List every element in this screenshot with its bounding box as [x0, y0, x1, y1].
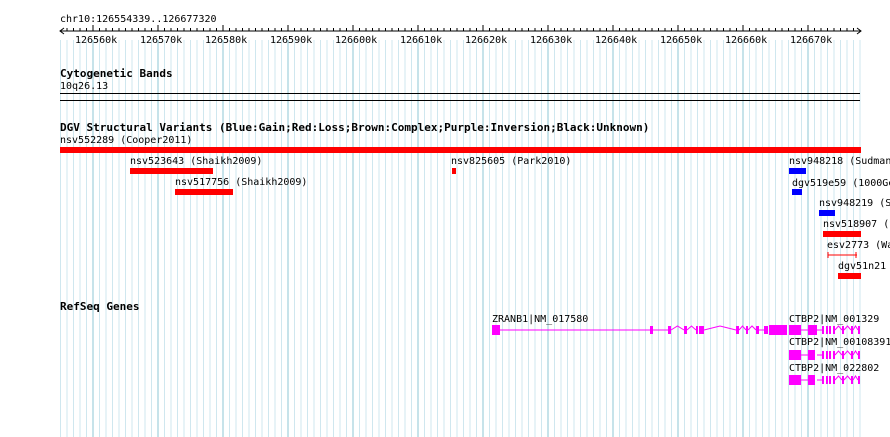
- gene-exon[interactable]: [808, 325, 817, 335]
- gene-intron-chevron: [843, 350, 852, 356]
- gene-intron-chevron: [747, 325, 757, 331]
- gene-utr[interactable]: [769, 325, 787, 335]
- gene-intron-chevron: [852, 350, 859, 356]
- gene-exon[interactable]: [822, 376, 824, 384]
- gene-exon[interactable]: [842, 351, 844, 359]
- gene-intron-chevron: [852, 325, 859, 331]
- gene-exon[interactable]: [826, 351, 828, 359]
- gene-exon[interactable]: [858, 326, 860, 334]
- gene-exon[interactable]: [851, 326, 853, 334]
- gene-exon[interactable]: [696, 326, 698, 334]
- gene-exon[interactable]: [851, 376, 853, 384]
- gene-intron-chevron: [670, 325, 685, 331]
- gene-exon[interactable]: [764, 326, 768, 334]
- gene-intron-chevron: [834, 325, 843, 331]
- gene-intron-chevron: [843, 375, 852, 381]
- gene-utr[interactable]: [789, 375, 801, 385]
- gene-exon[interactable]: [826, 376, 828, 384]
- gene-exon[interactable]: [833, 326, 835, 334]
- gene-utr[interactable]: [789, 325, 801, 335]
- gene-exon[interactable]: [822, 351, 824, 359]
- gene-exon[interactable]: [858, 376, 860, 384]
- gene-intron-chevron: [703, 325, 737, 331]
- gene-exon[interactable]: [851, 351, 853, 359]
- gene-exon[interactable]: [756, 326, 759, 334]
- gene-intron-chevron: [686, 325, 697, 331]
- gene-exon[interactable]: [842, 326, 844, 334]
- gene-intron-chevron: [834, 350, 843, 356]
- gene-exon[interactable]: [808, 375, 815, 385]
- gene-exon[interactable]: [842, 376, 844, 384]
- gene-exon[interactable]: [829, 326, 831, 334]
- gene-exon[interactable]: [822, 326, 824, 334]
- gene-exon[interactable]: [684, 326, 687, 334]
- gene-exon[interactable]: [746, 326, 748, 334]
- gene-intron-chevron: [834, 375, 843, 381]
- gene-exon[interactable]: [833, 376, 835, 384]
- gene-utr[interactable]: [492, 325, 500, 335]
- gene-utr[interactable]: [789, 350, 801, 360]
- gene-exon[interactable]: [736, 326, 739, 334]
- gene-exon[interactable]: [650, 326, 653, 334]
- gene-exon[interactable]: [833, 351, 835, 359]
- gene-exon[interactable]: [829, 376, 831, 384]
- gene-exon[interactable]: [829, 351, 831, 359]
- gene-exon[interactable]: [858, 351, 860, 359]
- gene-intron-chevron: [852, 375, 859, 381]
- refseq-gene-models[interactable]: [0, 0, 890, 437]
- gene-intron-chevron: [843, 325, 852, 331]
- gene-exon[interactable]: [808, 350, 815, 360]
- gene-exon[interactable]: [668, 326, 671, 334]
- gene-exon[interactable]: [699, 326, 704, 334]
- gene-exon[interactable]: [826, 326, 828, 334]
- gene-intron-chevron: [738, 325, 747, 331]
